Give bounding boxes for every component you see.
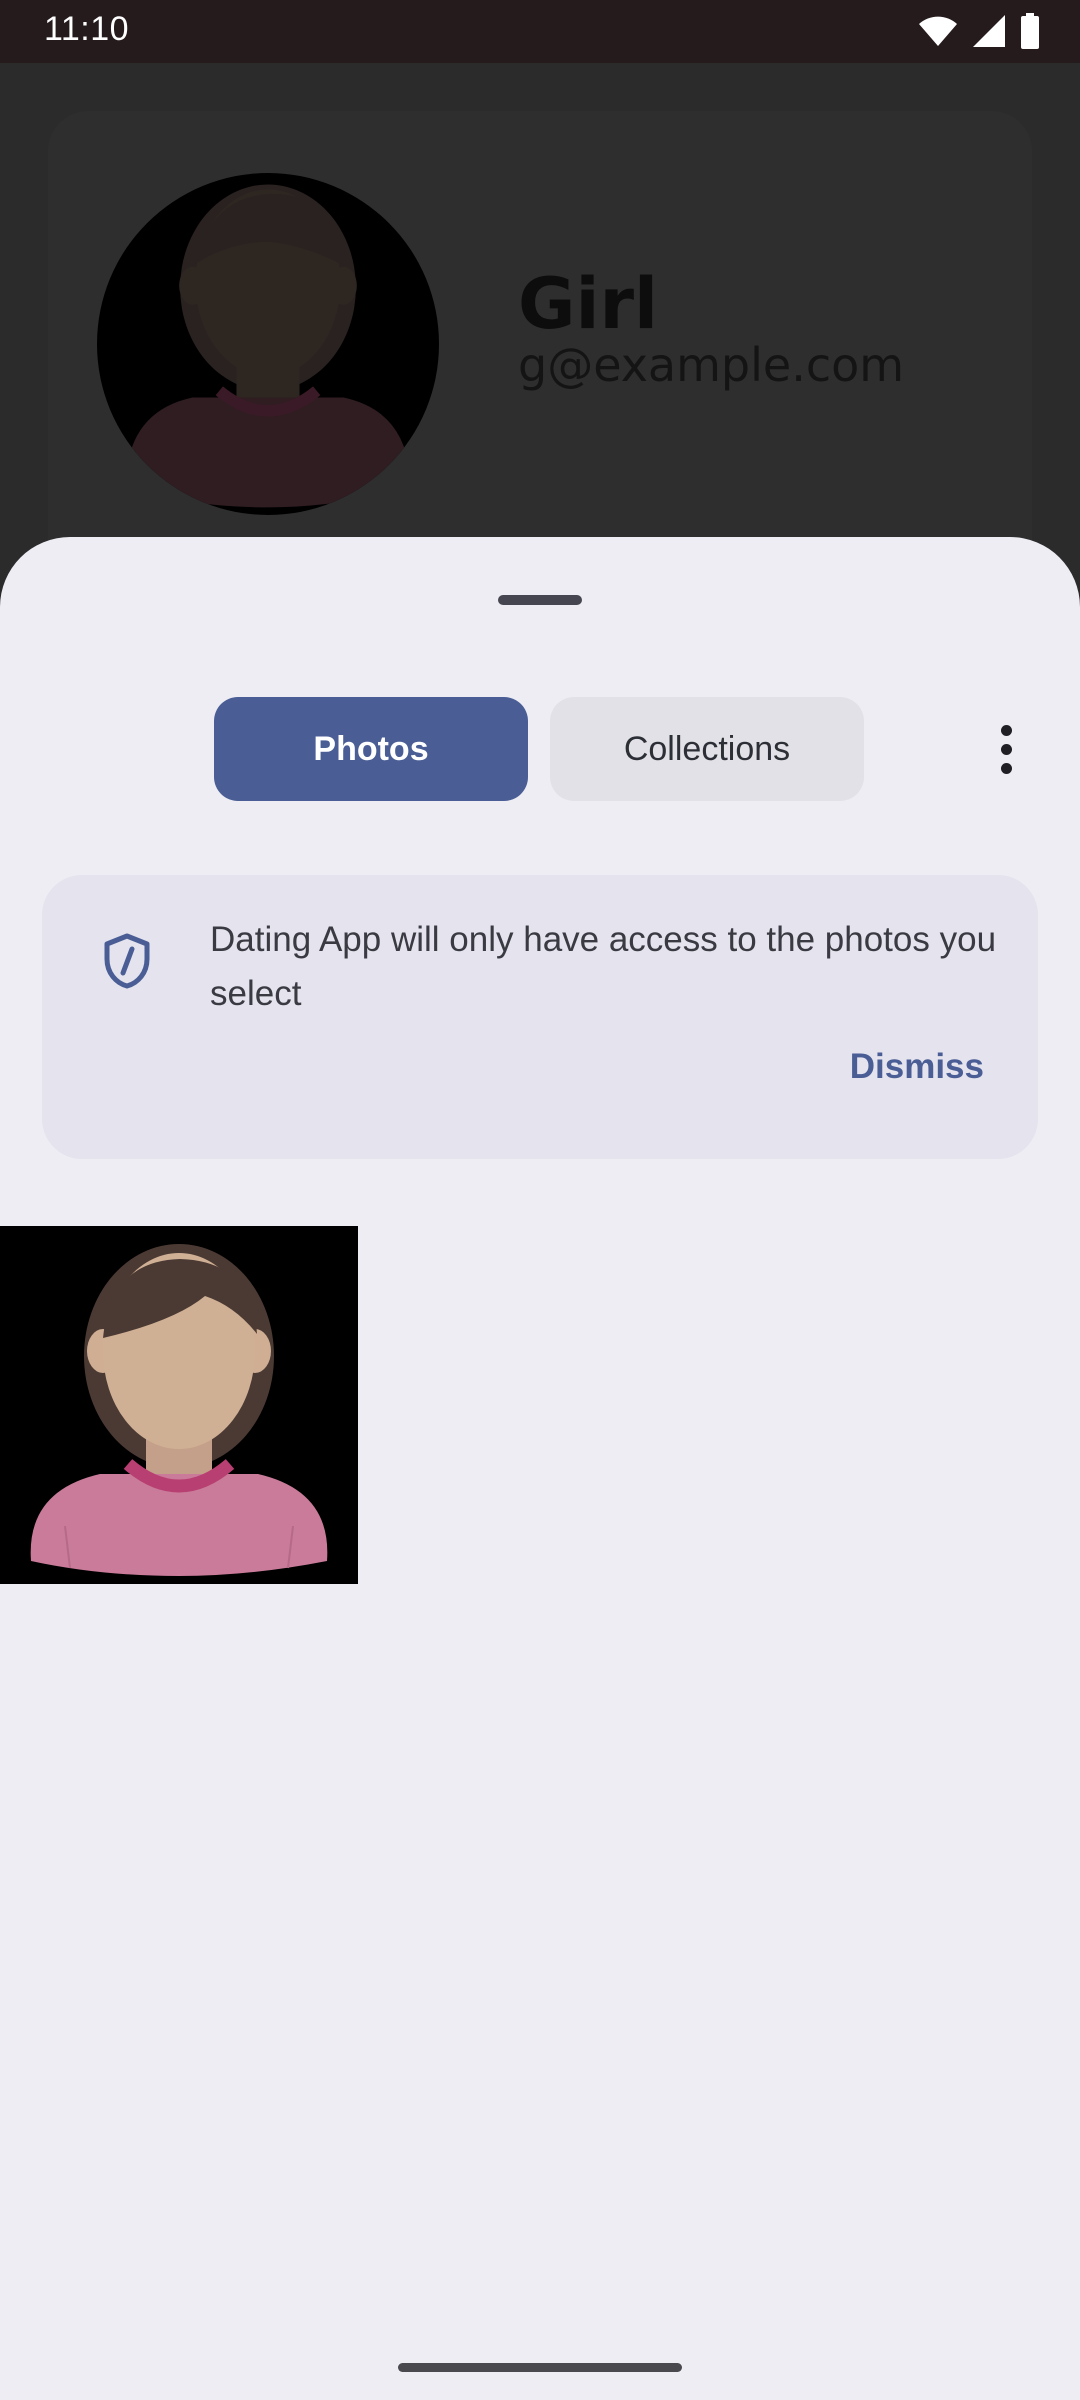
profile-email: g@example.com — [518, 338, 905, 392]
status-time: 11:10 — [44, 10, 130, 48]
profile-avatar — [97, 173, 439, 515]
wifi-icon — [919, 16, 957, 46]
photo-thumbnail[interactable] — [0, 1226, 358, 1584]
more-vert-icon[interactable] — [976, 717, 1036, 781]
avatar-illustration — [125, 184, 411, 508]
drag-handle[interactable] — [498, 595, 582, 605]
photo-picker-sheet: Photos Collections Dating App will only … — [0, 537, 1080, 2400]
access-info-banner: Dating App will only have access to the … — [42, 875, 1038, 1159]
gesture-nav-handle[interactable] — [398, 2363, 682, 2372]
signal-icon — [973, 15, 1005, 47]
girl-avatar-photo — [0, 1226, 358, 1584]
status-bar: 11:10 — [0, 0, 1080, 63]
battery-icon — [1021, 13, 1039, 49]
banner-text: Dating App will only have access to the … — [210, 920, 997, 1013]
shield-icon — [104, 933, 150, 989]
tab-collections[interactable]: Collections — [550, 697, 864, 801]
dismiss-button[interactable]: Dismiss — [850, 1047, 984, 1087]
status-icons — [918, 12, 1040, 50]
profile-name: Girl — [518, 263, 658, 345]
tab-photos[interactable]: Photos — [214, 697, 528, 801]
